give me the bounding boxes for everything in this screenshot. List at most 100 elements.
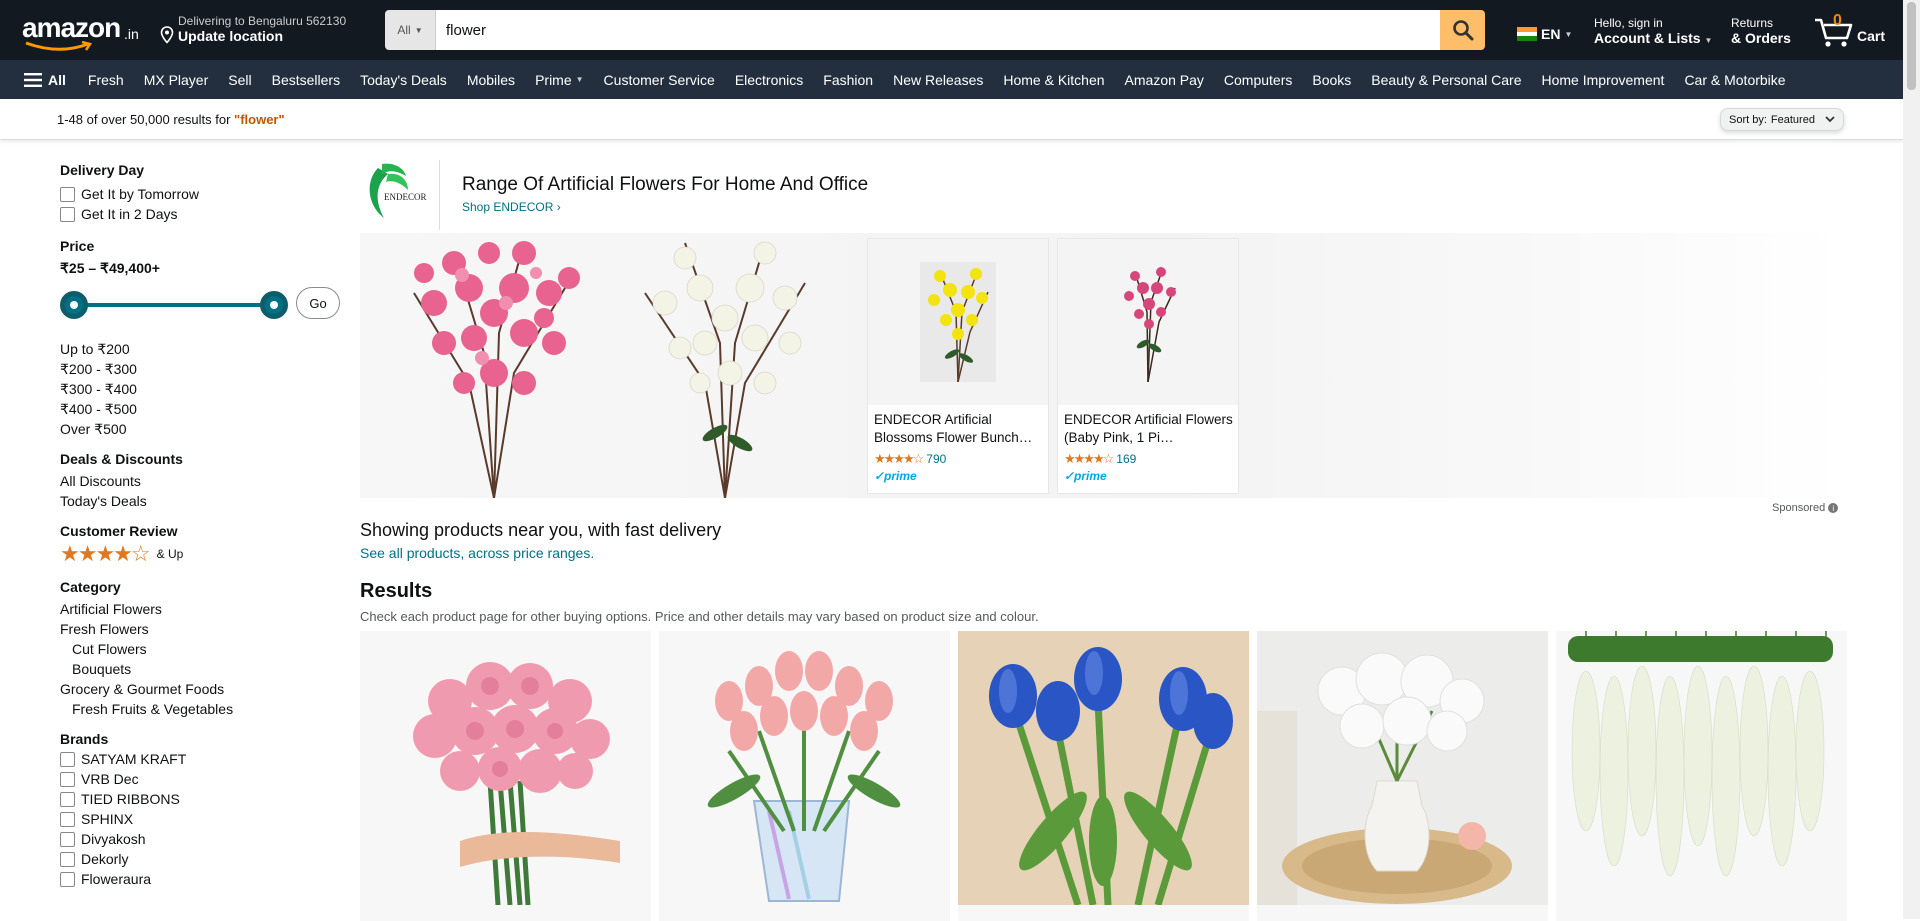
nav-item-sell[interactable]: Sell: [218, 72, 261, 88]
search-button[interactable]: [1440, 10, 1485, 50]
nav-item-home-improvement[interactable]: Home Improvement: [1532, 72, 1675, 88]
brand-option[interactable]: SATYAM KRAFT: [60, 749, 340, 769]
nav-item-prime-label: Prime: [535, 71, 572, 88]
category-title: Category: [60, 579, 121, 595]
nav-item-fresh[interactable]: Fresh: [78, 72, 134, 88]
price-link-300-400[interactable]: ₹300 - ₹400: [60, 379, 340, 399]
delivery-option-label: Get It in 2 Days: [81, 206, 178, 222]
search-category-dropdown[interactable]: All ▼: [385, 10, 436, 50]
search-input[interactable]: flower: [436, 10, 1440, 50]
delivery-option-2days[interactable]: Get It in 2 Days: [60, 204, 340, 224]
nav-item-mx-player[interactable]: MX Player: [134, 72, 219, 88]
category-link-fresh-flowers[interactable]: Fresh Flowers: [60, 619, 340, 639]
price-range-value: ₹25 – ₹49,400+: [60, 260, 160, 276]
category-link-cut-flowers[interactable]: Cut Flowers: [60, 639, 340, 659]
category-link-artificial-flowers[interactable]: Artificial Flowers: [60, 599, 340, 619]
product-rating[interactable]: ★★★★☆ 169: [1064, 451, 1136, 467]
review-filter-4-up[interactable]: ★★★★☆ & Up: [60, 541, 340, 567]
category-nav: All Fresh MX Player Sell Bestsellers Tod…: [0, 60, 1920, 99]
checkbox[interactable]: [60, 831, 75, 847]
nav-item-prime[interactable]: Prime ▼: [525, 72, 593, 88]
search-icon: [1452, 20, 1473, 41]
nav-item-mobiles[interactable]: Mobiles: [457, 72, 525, 88]
nav-item-customer-service[interactable]: Customer Service: [594, 72, 725, 88]
nav-item-bestsellers[interactable]: Bestsellers: [262, 72, 350, 88]
deals-link-todays-deals[interactable]: Today's Deals: [60, 491, 340, 511]
product-image: [1058, 239, 1238, 405]
product-card[interactable]: [1556, 631, 1847, 921]
fast-delivery-heading: Showing products near you, with fast del…: [360, 520, 722, 540]
nav-item-home-kitchen[interactable]: Home & Kitchen: [993, 72, 1114, 88]
shop-brand-link[interactable]: Shop ENDECOR ›: [462, 200, 561, 214]
results-heading: Results: [360, 580, 433, 602]
deals-link-all-discounts[interactable]: All Discounts: [60, 471, 340, 491]
product-title[interactable]: ENDECOR Artificial Blossoms Flower Bunch…: [874, 411, 1044, 447]
endecor-logo[interactable]: ENDECOR: [360, 160, 440, 230]
product-card[interactable]: [659, 631, 950, 921]
star-rating-icon: ★★★★☆: [1064, 451, 1114, 466]
brand-option[interactable]: SPHINX: [60, 809, 340, 829]
sort-dropdown[interactable]: Sort by: Featured: [1720, 108, 1844, 131]
brand-option[interactable]: VRB Dec: [60, 769, 340, 789]
nav-item-fashion[interactable]: Fashion: [813, 72, 883, 88]
caret-down-icon: ▼: [575, 75, 584, 84]
nav-item-books[interactable]: Books: [1302, 72, 1361, 88]
checkbox[interactable]: [60, 791, 75, 807]
brand-option[interactable]: Divyakosh: [60, 829, 340, 849]
price-link-200-300[interactable]: ₹200 - ₹300: [60, 359, 340, 379]
nav-item-car-motorbike[interactable]: Car & Motorbike: [1674, 72, 1795, 88]
delivery-option-tomorrow[interactable]: Get It by Tomorrow: [60, 184, 340, 204]
product-card[interactable]: [958, 631, 1249, 921]
price-slider-max-handle[interactable]: [260, 291, 288, 319]
all-menu-button[interactable]: All: [0, 72, 78, 88]
price-go-button[interactable]: Go: [296, 287, 340, 319]
price-link-under-200[interactable]: Up to ₹200: [60, 339, 340, 359]
price-slider-min-handle[interactable]: [60, 291, 88, 319]
nav-item-electronics[interactable]: Electronics: [725, 72, 813, 88]
brand-option[interactable]: Dekorly: [60, 849, 340, 869]
delivery-location[interactable]: Delivering to Bengaluru 562130 Update lo…: [158, 14, 358, 44]
category-link-fresh-fruits[interactable]: Fresh Fruits & Vegetables: [60, 699, 340, 719]
brand-banner-title[interactable]: Range Of Artificial Flowers For Home And…: [462, 174, 868, 196]
checkbox[interactable]: [60, 186, 75, 202]
sponsored-product-card[interactable]: ENDECOR Artificial Flowers (Baby Pink, 1…: [1057, 238, 1239, 494]
sponsored-label[interactable]: Sponsored i: [1772, 502, 1839, 514]
nav-item-computers[interactable]: Computers: [1214, 72, 1302, 88]
brand-option[interactable]: Floweraura: [60, 869, 340, 889]
price-link-over-500[interactable]: Over ₹500: [60, 419, 340, 439]
scrollbar-thumb[interactable]: [1907, 2, 1916, 90]
checkbox[interactable]: [60, 771, 75, 787]
checkbox[interactable]: [60, 851, 75, 867]
product-card[interactable]: [360, 631, 651, 921]
product-card[interactable]: [1257, 631, 1548, 921]
returns-orders[interactable]: Returns & Orders: [1731, 16, 1791, 46]
language-selector[interactable]: EN ▼: [1517, 26, 1572, 42]
account-menu[interactable]: Hello, sign in Account & Lists ▼: [1594, 16, 1712, 46]
returns-line1: Returns: [1731, 16, 1774, 30]
search-bar: All ▼ flower: [385, 10, 1485, 50]
nav-item-beauty[interactable]: Beauty & Personal Care: [1361, 72, 1531, 88]
product-title[interactable]: ENDECOR Artificial Flowers (Baby Pink, 1…: [1064, 411, 1234, 447]
category-link-grocery[interactable]: Grocery & Gourmet Foods: [60, 679, 340, 699]
price-slider[interactable]: Go: [60, 285, 340, 323]
price-link-400-500[interactable]: ₹400 - ₹500: [60, 399, 340, 419]
sponsored-text: Sponsored: [1772, 502, 1826, 514]
sort-label: Sort by:: [1729, 113, 1767, 126]
checkbox[interactable]: [60, 751, 75, 767]
nav-item-amazon-pay[interactable]: Amazon Pay: [1115, 72, 1214, 88]
category-link-bouquets[interactable]: Bouquets: [60, 659, 340, 679]
product-rating[interactable]: ★★★★☆ 790: [874, 451, 946, 467]
checkbox[interactable]: [60, 871, 75, 887]
nav-item-todays-deals[interactable]: Today's Deals: [350, 72, 457, 88]
checkbox[interactable]: [60, 811, 75, 827]
amazon-logo[interactable]: amazon .in: [20, 12, 140, 52]
page-scrollbar[interactable]: [1903, 0, 1920, 919]
cart-button[interactable]: 0 Cart: [1813, 12, 1903, 52]
sponsored-product-card[interactable]: ENDECOR Artificial Blossoms Flower Bunch…: [867, 238, 1049, 494]
brand-option[interactable]: TIED RIBBONS: [60, 789, 340, 809]
language-label: EN: [1541, 26, 1561, 42]
nav-item-new-releases[interactable]: New Releases: [883, 72, 993, 88]
checkbox[interactable]: [60, 206, 75, 222]
price-title: Price: [60, 238, 95, 254]
see-all-products-link[interactable]: See all products, across price ranges.: [360, 545, 721, 561]
